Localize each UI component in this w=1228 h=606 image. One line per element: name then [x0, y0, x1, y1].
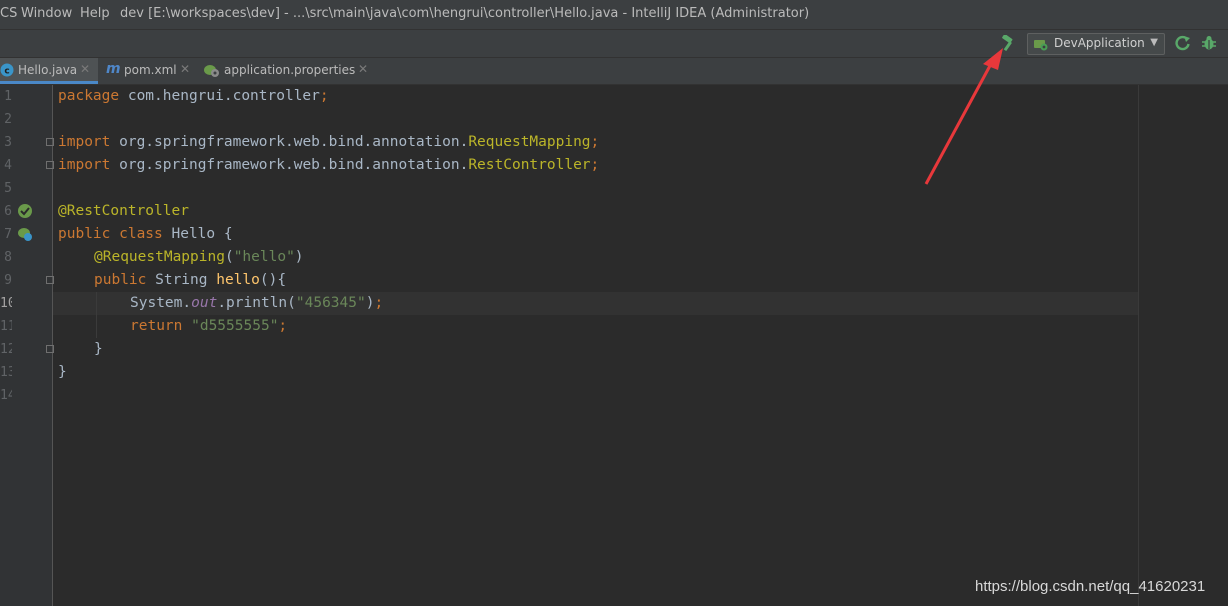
watermark: https://blog.csdn.net/qq_41620231 — [975, 578, 1206, 595]
annotation-arrow — [924, 48, 1003, 185]
